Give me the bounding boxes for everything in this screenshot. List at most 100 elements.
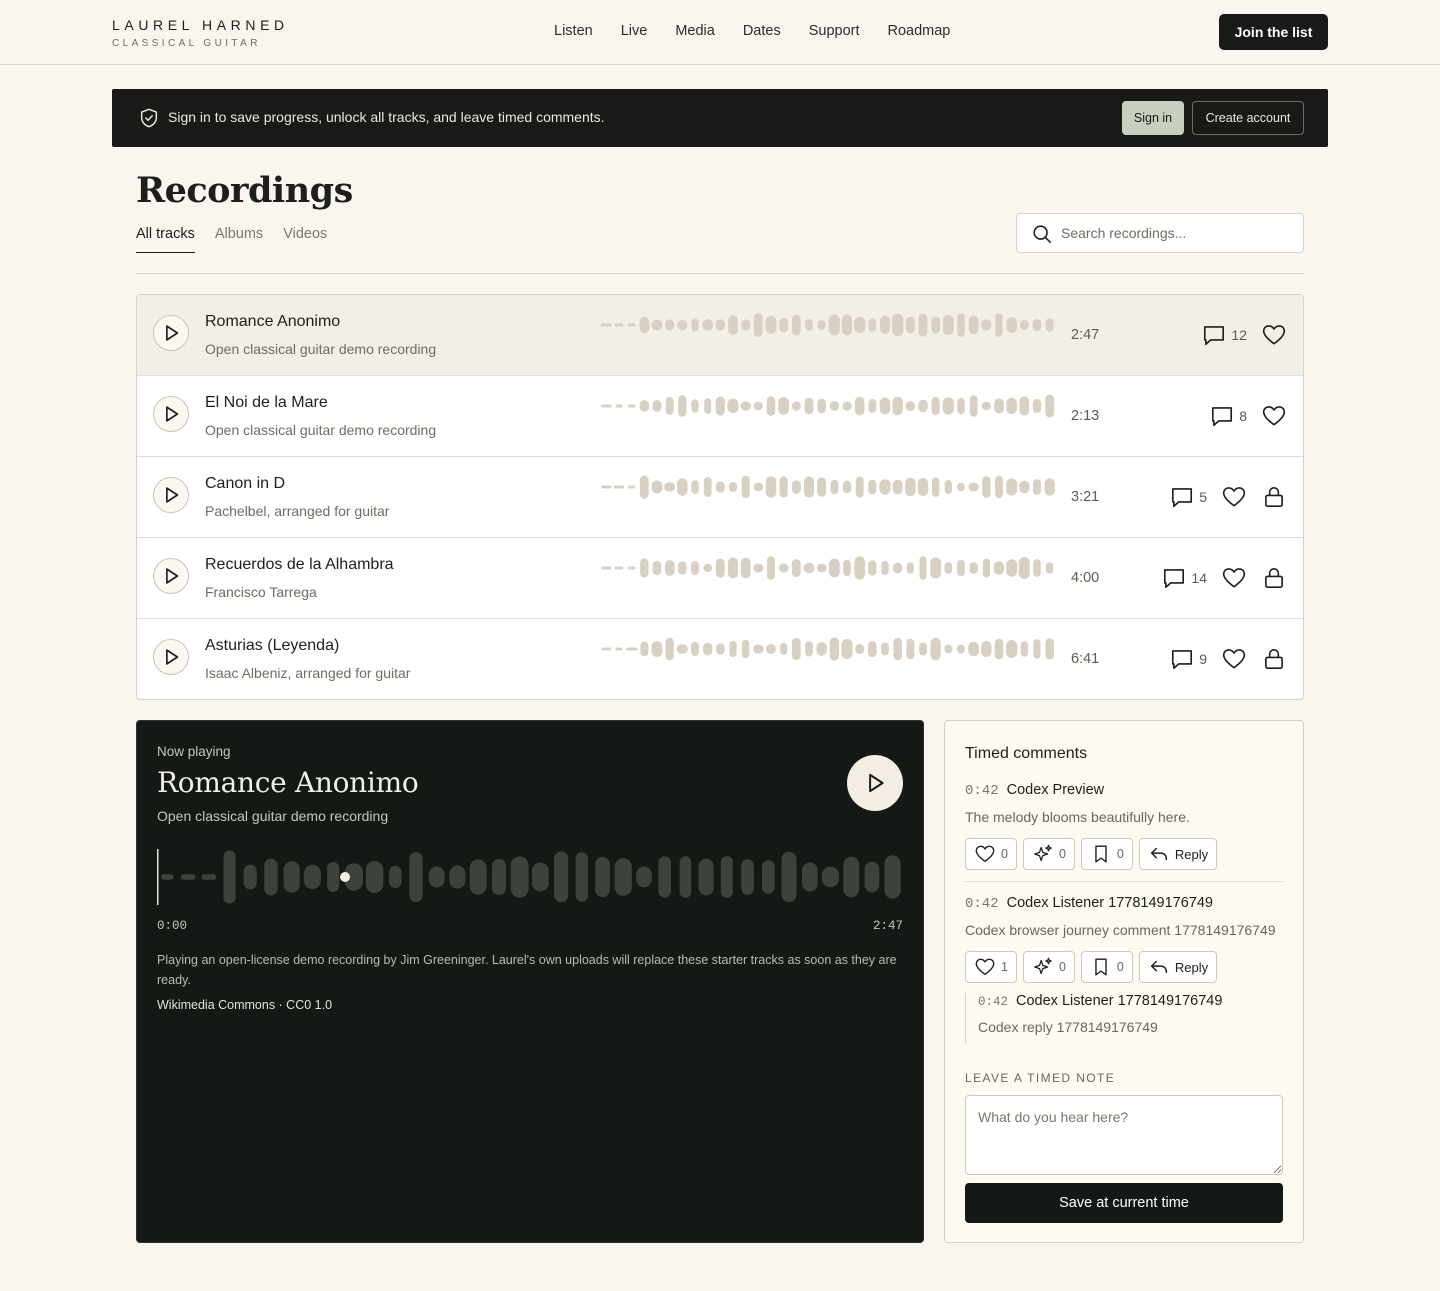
reply-timestamp[interactable]: 0:42	[978, 995, 1008, 1009]
playhead[interactable]	[157, 849, 159, 905]
scrub-handle[interactable]	[340, 872, 350, 882]
reply-arrow-icon	[1150, 960, 1167, 974]
track-subtitle: Pachelbel, arranged for guitar	[205, 503, 390, 519]
track-title: Recuerdos de la Alhambra	[205, 556, 394, 573]
waveform-bar	[780, 642, 788, 656]
waveform-bar	[892, 396, 903, 416]
nav-roadmap[interactable]: Roadmap	[888, 23, 951, 39]
nav-live[interactable]: Live	[621, 23, 648, 39]
track-waveform[interactable]	[600, 637, 1056, 661]
waveform-bar	[828, 314, 840, 336]
track-actions: 8	[1209, 403, 1287, 429]
track-row[interactable]: Asturias (Leyenda) Isaac Albeniz, arrang…	[137, 619, 1303, 699]
player-play-button[interactable]	[847, 755, 903, 811]
play-icon	[166, 406, 179, 422]
waveform-bar	[828, 558, 840, 578]
comment-count: 5	[1199, 489, 1207, 505]
heart-icon[interactable]	[1221, 565, 1247, 591]
waveform-bar	[615, 404, 623, 408]
waveform-bar	[715, 558, 725, 578]
sign-in-button[interactable]: Sign in	[1122, 101, 1184, 135]
now-playing-label: Now playing	[157, 744, 231, 759]
waveform-bar	[1019, 396, 1030, 416]
waveform-bar	[1019, 480, 1030, 494]
nav-media[interactable]: Media	[675, 23, 715, 39]
track-waveform[interactable]	[600, 556, 1056, 580]
track-subtitle: Open classical guitar demo recording	[205, 341, 437, 357]
track-play-button[interactable]	[153, 639, 189, 675]
waveform-bar	[854, 396, 865, 416]
waveform-bar	[626, 647, 638, 651]
waveform-bar	[428, 866, 445, 888]
waveform-bar	[843, 559, 851, 577]
tab-albums[interactable]: Albums	[215, 226, 263, 253]
waveform-bar	[595, 857, 610, 897]
comment-count: 8	[1239, 408, 1247, 424]
track-duration: 2:47	[1071, 327, 1100, 343]
track-row[interactable]: Recuerdos de la Alhambra Francisco Tarre…	[137, 538, 1303, 619]
like-reaction-button[interactable]: 0	[965, 838, 1017, 870]
comment-author: Codex Preview	[1006, 782, 1105, 798]
reply-button[interactable]: Reply	[1138, 838, 1218, 870]
sparkle-reaction-button[interactable]: 0	[1022, 838, 1075, 870]
waveform-bar	[665, 637, 674, 661]
waveform-bar	[957, 644, 965, 654]
heart-icon[interactable]	[1261, 403, 1287, 429]
track-row[interactable]: Romance Anonimo Open classical guitar de…	[137, 295, 1303, 376]
track-row[interactable]: Canon in D Pachelbel, arranged for guita…	[137, 457, 1303, 538]
comment-count-button[interactable]: 8	[1209, 403, 1247, 429]
waveform-bar	[365, 861, 384, 893]
track-play-button[interactable]	[153, 396, 189, 432]
comment-timestamp[interactable]: 0:42	[965, 783, 999, 799]
waveform-bar	[677, 478, 688, 496]
waveform-bar	[855, 476, 864, 498]
track-waveform[interactable]	[600, 475, 1056, 499]
track-play-button[interactable]	[153, 477, 189, 513]
comment-count-button[interactable]: 5	[1169, 484, 1207, 510]
heart-icon[interactable]	[1221, 484, 1247, 510]
comment-count-button[interactable]: 12	[1201, 322, 1247, 348]
waveform-bar	[766, 396, 776, 416]
comment-count-button[interactable]: 14	[1161, 565, 1207, 591]
comment-timestamp[interactable]: 0:42	[965, 896, 999, 912]
waveform-bar	[792, 480, 801, 494]
waveform-bar	[884, 855, 901, 899]
like-reaction-button[interactable]: 1	[965, 951, 1017, 983]
tab-all-tracks[interactable]: All tracks	[136, 226, 195, 253]
track-waveform[interactable]	[600, 394, 1056, 418]
comment-count-button[interactable]: 9	[1169, 646, 1207, 672]
bookmark-reaction-button[interactable]: 0	[1080, 838, 1133, 870]
search-input[interactable]	[1061, 214, 1297, 252]
create-account-button[interactable]: Create account	[1192, 101, 1304, 135]
waveform-bar	[842, 480, 852, 494]
heart-icon[interactable]	[1261, 322, 1287, 348]
player-waveform-scrubber[interactable]	[157, 849, 903, 905]
track-play-button[interactable]	[153, 315, 189, 351]
waveform-bar	[817, 477, 827, 497]
track-waveform[interactable]	[600, 313, 1056, 337]
nav-listen[interactable]: Listen	[554, 23, 593, 39]
waveform-bar	[805, 319, 813, 331]
comment-reply: 0:42 Codex Listener 1778149176749 Codex …	[965, 993, 1283, 1043]
save-at-current-time-button[interactable]: Save at current time	[965, 1183, 1283, 1223]
reply-button[interactable]: Reply	[1138, 951, 1218, 983]
timed-note-input[interactable]	[965, 1095, 1283, 1175]
logo[interactable]: LAUREL HARNED CLASSICAL GUITAR	[112, 17, 289, 49]
comment-text: Codex browser journey comment 1778149176…	[965, 922, 1276, 938]
bookmark-reaction-button[interactable]: 0	[1080, 951, 1133, 983]
waveform-bar	[1006, 397, 1017, 415]
sparkles-icon	[1034, 957, 1052, 975]
waveform-bar	[802, 862, 818, 892]
track-row[interactable]: El Noi de la Mare Open classical guitar …	[137, 376, 1303, 457]
waveform-bar	[742, 639, 750, 659]
track-play-button[interactable]	[153, 558, 189, 594]
join-list-button[interactable]: Join the list	[1219, 14, 1328, 50]
play-icon	[869, 773, 884, 793]
waveform-bar	[791, 559, 801, 577]
nav-dates[interactable]: Dates	[743, 23, 781, 39]
waveform-bar	[905, 401, 916, 411]
nav-support[interactable]: Support	[809, 23, 860, 39]
heart-icon[interactable]	[1221, 646, 1247, 672]
sparkle-reaction-button[interactable]: 0	[1022, 951, 1075, 983]
tab-videos[interactable]: Videos	[283, 226, 327, 253]
